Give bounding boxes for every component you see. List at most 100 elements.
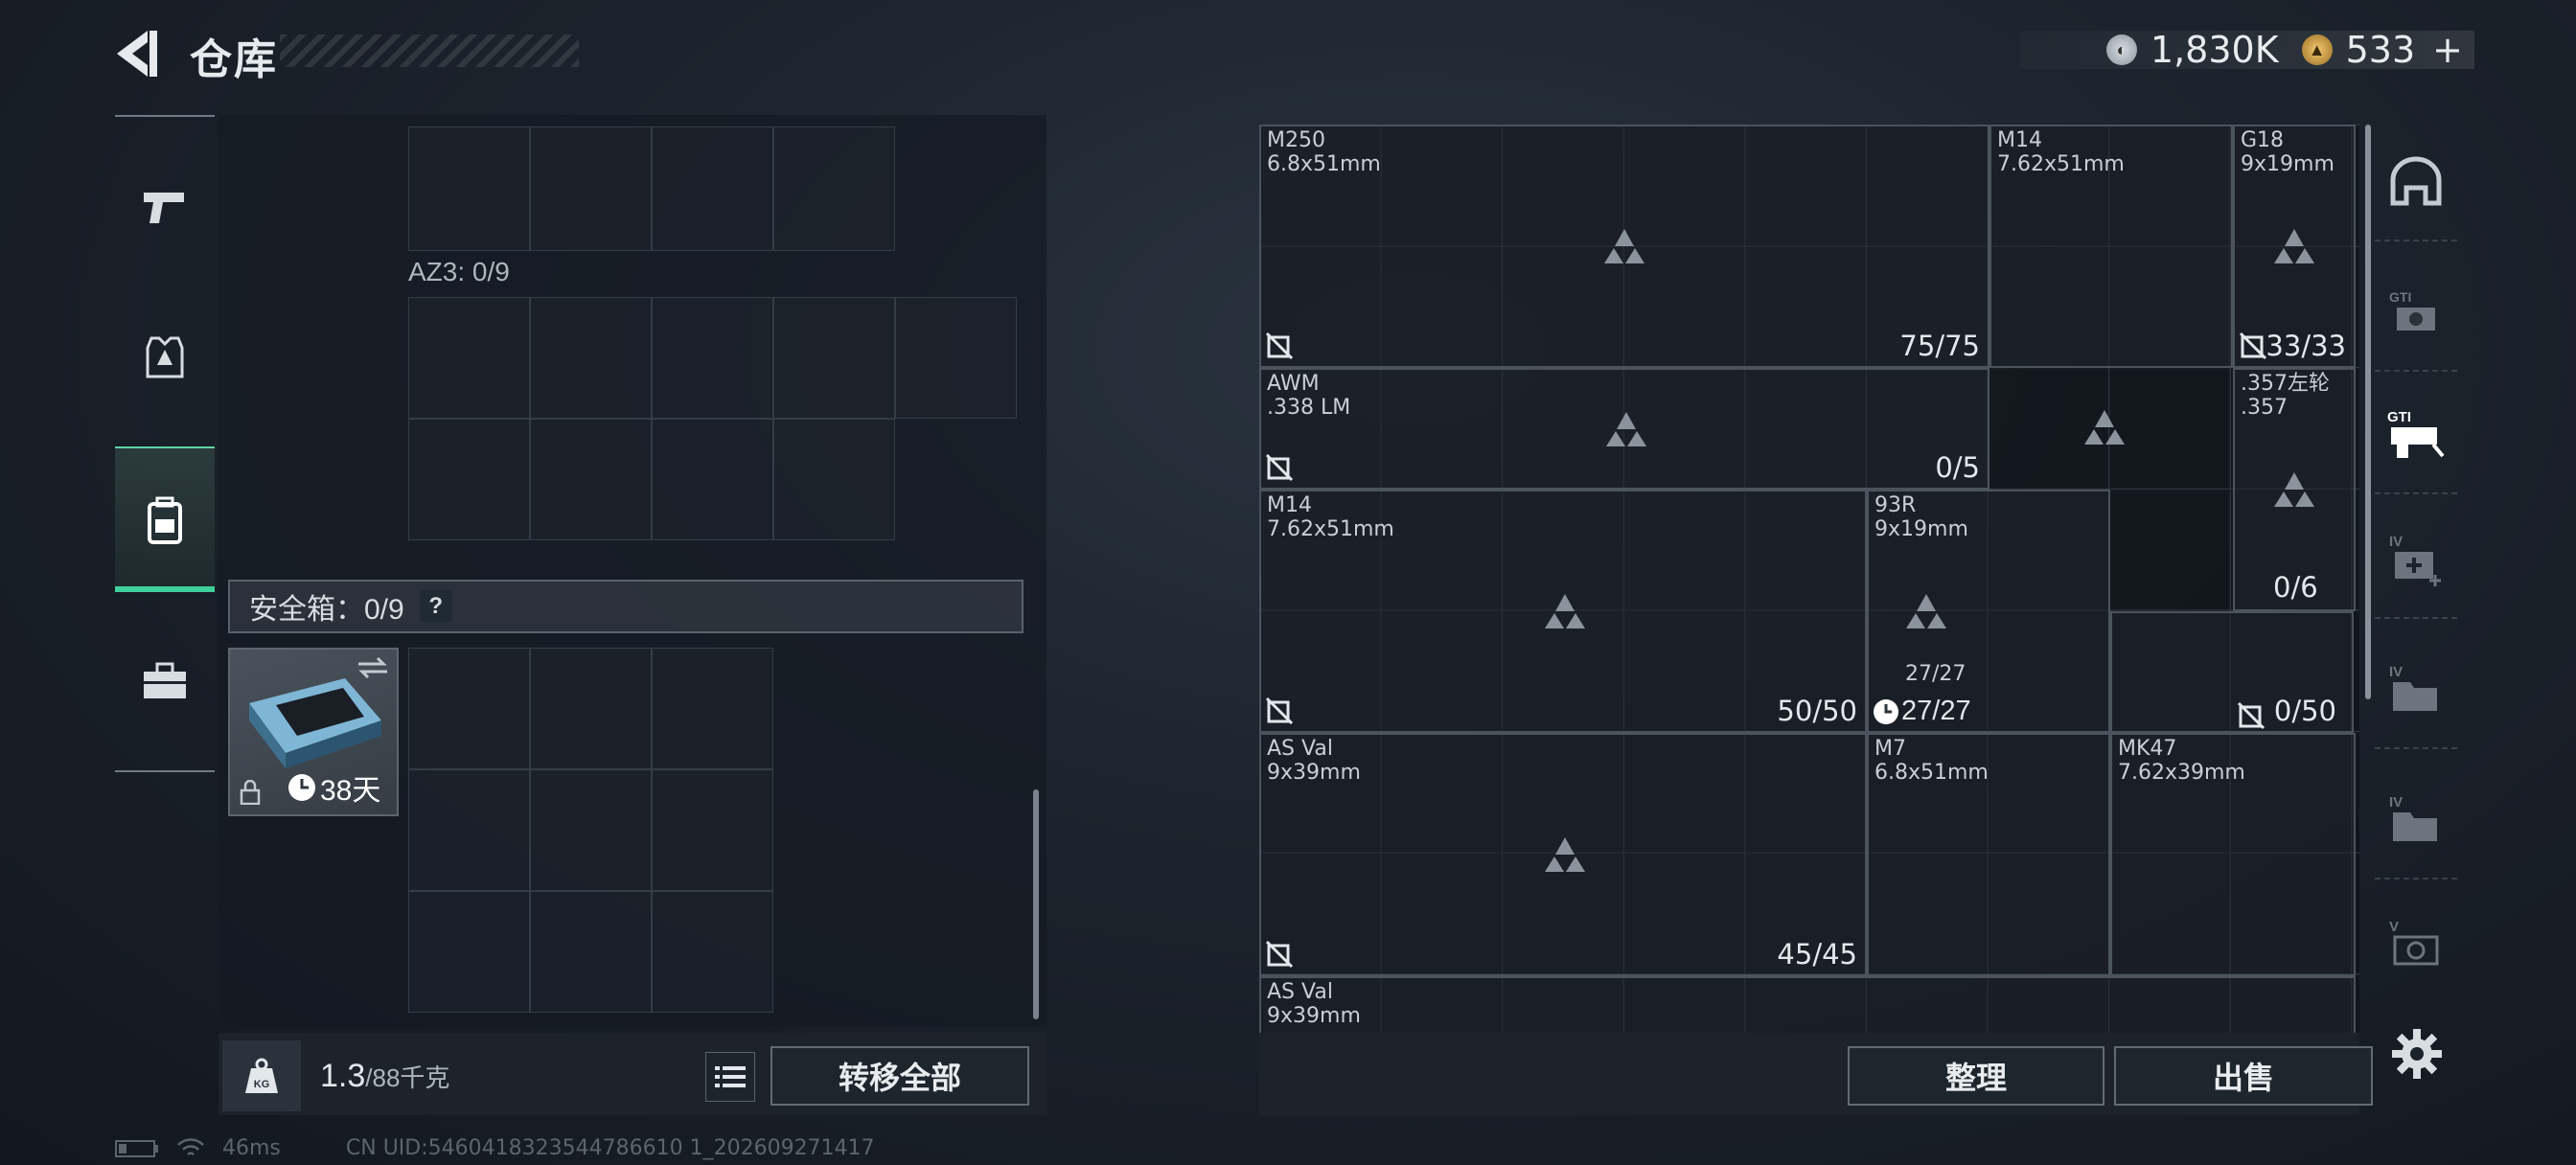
- transfer-all-button[interactable]: 转移全部: [770, 1046, 1029, 1106]
- gold-coin-icon: ▲: [2301, 34, 2333, 65]
- grid-slot[interactable]: [652, 297, 773, 419]
- iv-medkit-icon: IV: [2389, 534, 2441, 586]
- inventory-item[interactable]: AS Val 9x39mm: [1259, 976, 2356, 1033]
- settings-button[interactable]: [2390, 1027, 2444, 1081]
- item-label: AWM .338 LM: [1267, 372, 1351, 420]
- safe-box-grid: [408, 648, 774, 1013]
- inventory-item[interactable]: M14 7.62x51mm 50/50: [1259, 490, 1867, 733]
- tab-toolbox[interactable]: [115, 609, 215, 753]
- filter-iv-folder-2[interactable]: IV: [2375, 763, 2457, 879]
- grid-slot[interactable]: [408, 126, 530, 251]
- weight-max: /88千克: [365, 1063, 450, 1092]
- ammo-icon: [2274, 472, 2314, 507]
- organize-button[interactable]: 整理: [1848, 1046, 2104, 1106]
- filter-gti-camera[interactable]: GTI: [2375, 255, 2457, 372]
- grid-slot[interactable]: [652, 419, 773, 540]
- item-label: M14 7.62x51mm: [1267, 493, 1394, 541]
- safe-box-header: 安全箱：0/9 ?: [228, 580, 1024, 633]
- ammo-icon: [1606, 411, 1646, 446]
- grid-slot[interactable]: [530, 891, 652, 1013]
- grid-slot[interactable]: [408, 648, 530, 769]
- toolbox-icon: [144, 662, 186, 698]
- grid-slot[interactable]: [652, 648, 773, 769]
- back-button[interactable]: [113, 27, 161, 80]
- grid-slot[interactable]: [530, 419, 652, 540]
- inventory-item[interactable]: AS Val 9x39mm 45/45: [1259, 733, 1867, 976]
- item-label: MK47 7.62x39mm: [2118, 737, 2245, 785]
- swap-icon: [358, 657, 387, 678]
- grid-slot[interactable]: [530, 126, 652, 251]
- help-button[interactable]: ?: [419, 590, 452, 623]
- inventory-item[interactable]: MK47 7.62x39mm: [2110, 733, 2356, 976]
- item-label: AS Val 9x39mm: [1267, 980, 1361, 1028]
- wifi-icon: [177, 1137, 204, 1155]
- ping-text: 46ms: [222, 1136, 281, 1160]
- grid-slot[interactable]: [773, 419, 895, 540]
- safe-box-item[interactable]: 38天: [228, 648, 399, 816]
- item-count: 0/5: [1935, 451, 1980, 484]
- grid-slot[interactable]: [652, 126, 773, 251]
- inventory-scrollbar[interactable]: [2365, 125, 2371, 699]
- svg-text:IV: IV: [2389, 794, 2403, 811]
- grid-slot[interactable]: [530, 648, 652, 769]
- grid-slot[interactable]: [530, 769, 652, 891]
- inventory-item[interactable]: [2233, 611, 2356, 733]
- no-bind-icon: [1265, 697, 1294, 725]
- currency-bar: ◐ 1,830K ▲ 533 +: [2020, 29, 2474, 71]
- iv-folder-icon: IV: [2389, 664, 2437, 711]
- grid-slot[interactable]: [530, 297, 652, 419]
- page-title: 仓库: [190, 35, 278, 84]
- inventory-item[interactable]: G18 9x19mm 33/33: [2233, 125, 2356, 368]
- sell-button[interactable]: 出售: [2114, 1046, 2373, 1106]
- item-count: 0/6: [2273, 571, 2318, 604]
- filter-iv-medkit[interactable]: IV: [2375, 502, 2457, 619]
- status-bar: 46ms CN UID:5460418323544786610 1_202609…: [115, 1136, 875, 1160]
- grid-slot[interactable]: [773, 297, 895, 419]
- inventory-item[interactable]: AWM .338 LM 0/5: [1259, 368, 1990, 490]
- grid-slot[interactable]: [652, 891, 773, 1013]
- tab-armor[interactable]: [115, 286, 215, 429]
- weight-icon: KG: [245, 1058, 278, 1093]
- az3-label: AZ3: 0/9: [408, 257, 510, 286]
- item-count: 33/33: [2266, 330, 2346, 362]
- container-grid-top: [408, 126, 897, 251]
- category-tabs: [115, 115, 215, 772]
- storage-scrollbar[interactable]: [1033, 789, 1039, 1019]
- lock-icon: [240, 780, 261, 805]
- ammo-icon: [1545, 594, 1585, 628]
- silver-coin-icon: ◐: [2105, 34, 2137, 65]
- clock-icon: [1874, 698, 1898, 724]
- item-label: .357左轮 .357: [2241, 372, 2330, 420]
- inventory-filter-sidebar: GTI GTI IV IV IV V: [2375, 125, 2457, 1006]
- no-bind-icon: [1265, 453, 1294, 482]
- no-bind-icon: [1265, 940, 1294, 969]
- grid-slot[interactable]: [408, 891, 530, 1013]
- grid-slot[interactable]: [895, 297, 1017, 419]
- list-view-button[interactable]: [705, 1052, 755, 1102]
- filter-iv-folder[interactable]: IV: [2375, 632, 2457, 749]
- tab-backpack[interactable]: [115, 446, 215, 592]
- grid-slot[interactable]: [408, 419, 530, 540]
- grid-slot[interactable]: [773, 126, 895, 251]
- iv-folder-icon: IV: [2389, 794, 2437, 841]
- inventory-item[interactable]: M14 7.62x51mm: [1990, 125, 2233, 368]
- clock-icon: [288, 774, 315, 801]
- back-arrow-icon: [117, 31, 157, 77]
- inventory-item[interactable]: M250 6.8x51mm 75/75: [1259, 125, 1990, 368]
- filter-gti-gun[interactable]: GTI: [2375, 377, 2457, 494]
- svg-text:V: V: [2389, 919, 2399, 935]
- gti-camera-icon: GTI: [2389, 289, 2435, 331]
- inventory-panel: M250 6.8x51mm 75/75 M14 7.62x51mm G18 9x…: [1259, 125, 2359, 1033]
- gear-icon: [2392, 1029, 2442, 1079]
- grid-slot[interactable]: [652, 769, 773, 891]
- svg-text:IV: IV: [2389, 534, 2403, 550]
- inventory-item[interactable]: 93R 9x19mm 27/27 27/27: [1867, 490, 2110, 733]
- filter-v-camera[interactable]: V: [2375, 887, 2457, 1002]
- item-count: 75/75: [1899, 330, 1980, 362]
- filter-helmet[interactable]: [2375, 125, 2457, 241]
- grid-slot[interactable]: [408, 769, 530, 891]
- inventory-item[interactable]: M7 6.8x51mm: [1867, 733, 2110, 976]
- add-currency-button[interactable]: +: [2432, 29, 2463, 71]
- grid-slot[interactable]: [408, 297, 530, 419]
- tab-weapons[interactable]: [115, 134, 215, 278]
